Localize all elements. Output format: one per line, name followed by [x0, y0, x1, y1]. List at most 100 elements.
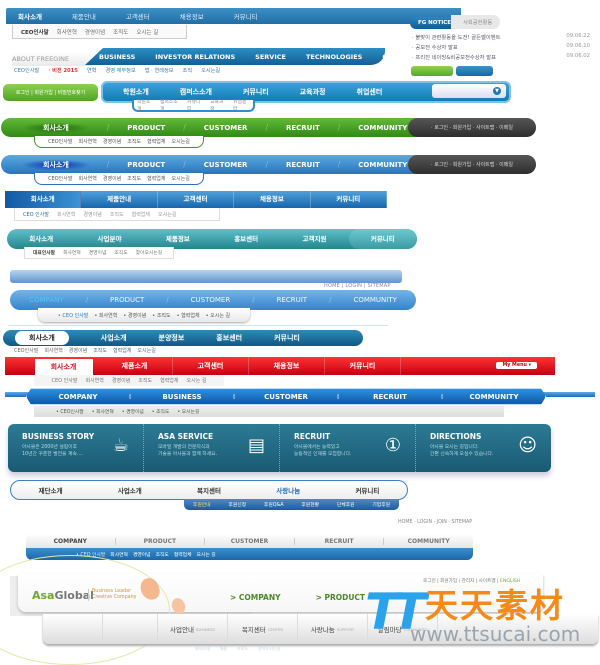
util-links[interactable]: · 로그인 · 회원가입 · 사이트맵 · 이메일 — [408, 155, 536, 174]
feature-panel[interactable]: RECRUIT 아사블에서는 능력있고 능동적인 인재를 모집합니다. ① — [280, 424, 416, 472]
nav-item[interactable]: 취업센터 — [357, 87, 383, 97]
submenu-item[interactable]: 협력업체 — [132, 211, 150, 218]
bar-item[interactable] — [43, 614, 103, 644]
nav-item[interactable]: 회사소개 — [5, 191, 82, 208]
nav-item[interactable]: TECHNOLOGIES — [306, 53, 362, 61]
submenu-item[interactable]: 대표인사말 — [33, 249, 55, 256]
submenu-item[interactable]: CEO인사말 — [14, 67, 39, 74]
notice-item[interactable]: · 공모전 수상자 발표 09.06.10 — [410, 43, 598, 53]
submenu-item[interactable]: 후원안내 — [193, 501, 211, 508]
notice-item[interactable]: · 불맞이 관련활동을 도전! 골든벨이벤트 09.06.22 — [410, 33, 598, 43]
submenu-item[interactable]: 조직도 — [114, 249, 127, 256]
submenu-item[interactable]: 협력업체 — [147, 138, 165, 145]
nav-item[interactable]: 커뮤니티 — [234, 11, 258, 21]
submenu-item[interactable]: • 조직도 — [152, 312, 170, 319]
notice-tab-csr[interactable]: 사회공헌활동 — [451, 15, 501, 29]
nav-item[interactable]: COMMUNITY — [384, 538, 473, 545]
nav-item[interactable]: 고객센터 — [158, 191, 235, 208]
submenu-item[interactable]: 회사연혁 — [57, 28, 77, 36]
submenu-item[interactable]: 경영이념 — [133, 551, 151, 558]
blue-button[interactable] — [456, 66, 493, 76]
submenu-item[interactable]: 후원Q&A — [264, 501, 284, 508]
nav-item[interactable]: COMMUNITY — [358, 161, 407, 169]
submenu-item[interactable]: 오시는 길 — [136, 28, 158, 36]
nav-item[interactable]: CUSTOMER — [191, 296, 231, 304]
submenu-item[interactable]: 회사연혁 — [110, 551, 128, 558]
submenu-item[interactable]: 조직도 — [127, 138, 141, 145]
submenu-item[interactable]: 협력업체 — [174, 551, 192, 558]
notice-title[interactable]: · 프리진 네이밍&비공모전수상자 발표 — [412, 53, 496, 63]
nav-item[interactable]: > PRODUCT — [316, 593, 365, 602]
feature-panel[interactable]: DIRECTIONS 아사블 오시는 길입니다. 간편 신속하게 오실수 있습니다… — [416, 424, 551, 472]
submenu-item[interactable]: 커뮤니티 — [187, 98, 204, 112]
submenu-item[interactable]: 오시는길 — [201, 67, 220, 74]
nav-item[interactable]: BUSINESS — [99, 53, 135, 61]
nav-item[interactable]: RECRUIT — [286, 124, 320, 132]
nav-item[interactable]: SERVICE — [255, 53, 286, 61]
nav-item[interactable]: 제품안내 — [72, 11, 96, 21]
nav-item[interactable]: 캠퍼스소개 — [180, 87, 212, 97]
submenu-item[interactable]: • 오시는길 — [177, 408, 199, 415]
submenu-item[interactable]: 조직도 — [113, 28, 128, 36]
nav-item[interactable]: 커뮤니티 — [325, 357, 401, 375]
notice-title[interactable]: · 공모전 수상자 발표 — [412, 43, 458, 53]
nav8-util-links[interactable]: HOME | LOGIN | SITEMAP — [324, 283, 391, 289]
submenu-item[interactable]: 교육과정 — [210, 98, 227, 112]
footer-link[interactable]: 조직도 — [237, 646, 248, 652]
logo[interactable]: AsaGlobal — [32, 589, 94, 602]
submenu-item[interactable]: CEO 인사말 — [23, 211, 49, 218]
bar-item[interactable]: 사랑나눔 SUPPORT — [298, 614, 368, 644]
nav-item[interactable]: 사업소개 — [90, 485, 169, 495]
nav-item[interactable]: 회사소개 — [15, 331, 69, 345]
submenu-item[interactable]: 오시는길 — [137, 347, 155, 354]
submenu-item[interactable]: 협력업체 — [147, 175, 165, 182]
nav-item[interactable]: 채용정보 — [180, 11, 204, 21]
nav-item[interactable]: 커뮤니티 — [243, 87, 269, 97]
nav-item[interactable]: 커뮤니티 — [274, 333, 300, 343]
footer-link[interactable]: 채용 — [220, 646, 227, 652]
submenu-item[interactable]: 회사연혁 — [78, 175, 96, 182]
nav-item[interactable]: 고객센터 — [173, 357, 249, 375]
submenu-item[interactable]: • 경영이념 — [122, 408, 144, 415]
nav-item[interactable]: 학원소개 — [123, 87, 149, 97]
feature-panel[interactable]: ASA SERVICE 모바일 개발의 전문지식과 기술을 아사블과 함께 하세요… — [144, 424, 280, 472]
bar-item[interactable]: 복지센터 CENTER — [228, 614, 298, 644]
nav-item[interactable]: 홍보센터 — [212, 229, 280, 249]
submenu-item[interactable]: 조직 — [183, 67, 193, 74]
footer-link[interactable]: 회사소개 — [195, 646, 210, 652]
feature-panel[interactable]: BUSINESS STORY 아사블은 2000년 설립이후 10년간 꾸준한 발… — [8, 424, 144, 472]
submenu-item[interactable]: 회사연혁 — [85, 377, 103, 384]
nav-item[interactable]: 회사소개 — [23, 122, 89, 133]
login-links[interactable]: 로그인 | 회원가입 | 비밀번호찾기 — [3, 84, 98, 101]
submenu-item[interactable]: 후원신청 — [228, 501, 246, 508]
submenu-item[interactable]: • 조직도 — [152, 408, 170, 415]
submenu-item[interactable]: 회사연혁 — [78, 138, 96, 145]
nav-item[interactable]: BUSINESS — [131, 393, 233, 401]
submenu-item[interactable]: 회사연혁 — [63, 249, 81, 256]
submenu-item[interactable]: 경영이념 — [112, 377, 130, 384]
submenu-item[interactable]: • 회사연혁 — [94, 312, 117, 319]
green-button[interactable] — [411, 66, 453, 76]
submenu-item[interactable]: 협력업체 — [160, 377, 178, 384]
submenu-item[interactable]: 오시는길 — [158, 211, 176, 218]
nav-item[interactable]: 커뮤니티 — [348, 229, 417, 249]
nav-item[interactable]: 제품정보 — [144, 229, 212, 249]
nav-item[interactable]: 사랑나눔 — [249, 485, 328, 495]
submenu-item[interactable]: 오시는길 — [172, 175, 190, 182]
nav-item[interactable]: 커뮤니티 — [311, 191, 388, 208]
nav-item[interactable]: COMPANY — [26, 537, 116, 545]
submenu-item[interactable]: 찾아오시는길 — [136, 249, 162, 256]
submenu-item[interactable]: 캠퍼스소개 — [160, 98, 181, 112]
submenu-item[interactable]: 기업후원 — [372, 501, 390, 508]
submenu-item[interactable]: 취업센터 — [233, 98, 250, 112]
submenu-item[interactable]: CEO인사말 — [21, 28, 49, 36]
nav-item[interactable]: 회사소개 — [18, 11, 42, 21]
submenu-item[interactable]: • 회사연혁 — [92, 408, 114, 415]
nav-item[interactable]: 고객지원 — [280, 229, 348, 249]
submenu-item[interactable]: 연혁 — [87, 67, 97, 74]
nav-item[interactable]: 채용정보 — [234, 191, 311, 208]
submenu-item[interactable]: • CEO 인사말 — [58, 312, 89, 319]
nav-item[interactable]: 분양정보 — [159, 333, 185, 343]
nav-item[interactable]: COMPANY — [27, 393, 129, 401]
submenu-item[interactable]: 조직도 — [156, 551, 169, 558]
